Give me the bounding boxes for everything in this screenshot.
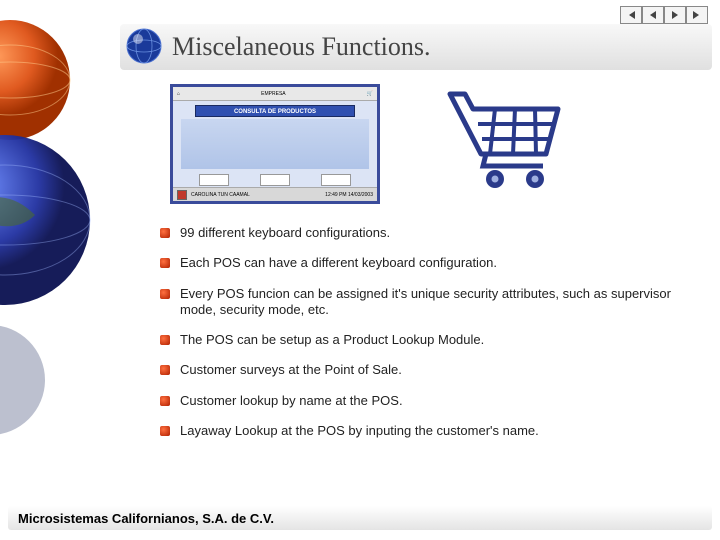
nav-controls [620, 6, 708, 24]
list-item: Each POS can have a different keyboard c… [160, 255, 680, 271]
bullet-text: Customer lookup by name at the POS. [180, 393, 403, 409]
bullet-icon [160, 258, 170, 268]
bullet-text: The POS can be setup as a Product Lookup… [180, 332, 484, 348]
page-title: Miscelaneous Functions. [172, 32, 431, 62]
pos-screenshot: ⌂EMPRESA🛒 CONSULTA DE PRODUCTOS CAROLINA… [170, 84, 380, 204]
globe-icon [124, 26, 164, 66]
nav-next-button[interactable] [664, 6, 686, 24]
bullet-icon [160, 335, 170, 345]
list-item: Customer surveys at the Point of Sale. [160, 362, 680, 378]
bullet-text: Each POS can have a different keyboard c… [180, 255, 497, 271]
bullet-text: Customer surveys at the Point of Sale. [180, 362, 402, 378]
footer-text: Microsistemas Californianos, S.A. de C.V… [18, 511, 274, 526]
list-item: Layaway Lookup at the POS by inputing th… [160, 423, 680, 439]
globe-background [0, 20, 140, 540]
bullet-icon [160, 365, 170, 375]
bullet-text: Every POS funcion can be assigned it's u… [180, 286, 680, 319]
nav-last-button[interactable] [686, 6, 708, 24]
bullet-icon [160, 396, 170, 406]
shopping-cart-icon [440, 84, 580, 194]
screenshot-time: 12:49 PM 14/03/2003 [325, 192, 373, 198]
screenshot-caption: CAROLINA TUN CAAMAL [191, 192, 250, 198]
nav-prev-button[interactable] [642, 6, 664, 24]
bullet-text: Layaway Lookup at the POS by inputing th… [180, 423, 539, 439]
list-item: The POS can be setup as a Product Lookup… [160, 332, 680, 348]
screenshot-banner: CONSULTA DE PRODUCTOS [195, 105, 355, 117]
images-row: ⌂EMPRESA🛒 CONSULTA DE PRODUCTOS CAROLINA… [170, 84, 690, 214]
list-item: 99 different keyboard configurations. [160, 225, 680, 241]
bullet-icon [160, 228, 170, 238]
bullet-icon [160, 289, 170, 299]
list-item: Customer lookup by name at the POS. [160, 393, 680, 409]
bullet-text: 99 different keyboard configurations. [180, 225, 390, 241]
nav-first-button[interactable] [620, 6, 642, 24]
title-bar: Miscelaneous Functions. [120, 24, 712, 70]
footer-bar: Microsistemas Californianos, S.A. de C.V… [8, 506, 712, 530]
bullet-list: 99 different keyboard configurations. Ea… [160, 225, 680, 453]
bullet-icon [160, 426, 170, 436]
list-item: Every POS funcion can be assigned it's u… [160, 286, 680, 319]
